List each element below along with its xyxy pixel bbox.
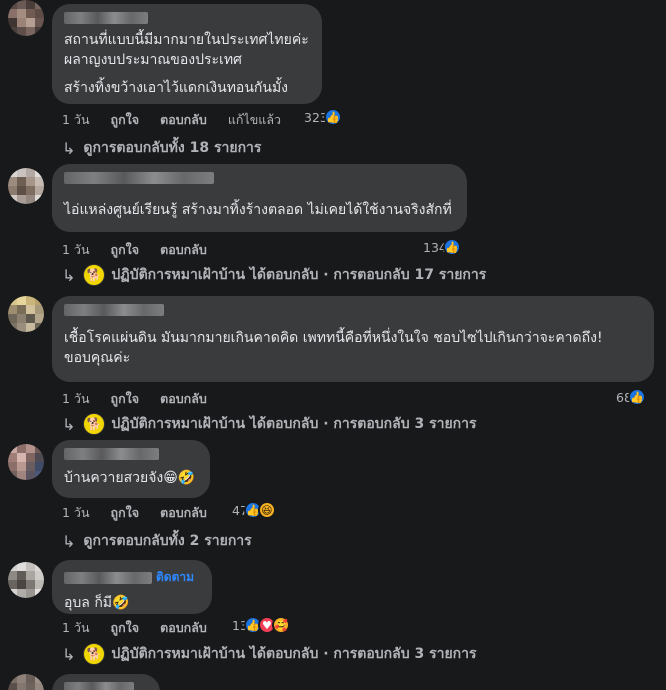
thumbs-up-icon: 👍 [627, 388, 646, 406]
reply-button[interactable]: ตอบกลับ [160, 618, 207, 638]
follow-button[interactable]: ติดตาม [156, 568, 194, 587]
like-button[interactable]: ถูกใจ [111, 240, 140, 260]
avatar[interactable] [8, 562, 44, 598]
view-replies-text: ปฏิบัติการหมาเฝ้าบ้าน ได้ตอบกลับ · การตอ… [111, 416, 477, 432]
comment-time[interactable]: 1 วัน [62, 618, 90, 638]
reaction-summary[interactable]: 13 👍 ♥ 🥰 [232, 616, 290, 634]
view-replies-link[interactable]: ↳ ดูการตอบกลับทั้ง 2 รายการ [62, 530, 252, 552]
reply-arrow-icon: ↳ [62, 265, 76, 285]
view-replies-text: ดูการตอบกลับทั้ง 2 รายการ [83, 533, 252, 549]
comment-actions: 1 วัน ถูกใจ ตอบกลับ [62, 503, 228, 523]
avatar[interactable] [8, 0, 44, 36]
laughing-face-icon: 😆 [257, 501, 276, 519]
commenter-name[interactable] [64, 682, 134, 690]
comment-bubble [52, 674, 160, 690]
comment-actions: 1 วัน ถูกใจ ตอบกลับ [62, 618, 228, 638]
avatar[interactable] [8, 168, 44, 204]
comment-text-line: เชื้อโรคแผ่นดิน มันมากมายเกินคาดคิด เพทท… [64, 330, 603, 346]
dog-page-avatar-icon: 🐕 [83, 413, 106, 435]
commenter-name[interactable] [64, 448, 159, 460]
comment-text-line: สร้างทิ้งขว้างเอาไว้แดกเงินทอนกันมั้ง [64, 80, 289, 96]
reaction-summary[interactable]: 68 👍 [616, 388, 646, 406]
edited-label[interactable]: แก้ไขแล้ว [228, 110, 281, 130]
comment-time[interactable]: 1 วัน [62, 503, 90, 523]
reaction-summary[interactable]: 47 👍 😆 [232, 501, 276, 519]
reply-button[interactable]: ตอบกลับ [160, 503, 207, 523]
view-replies-link[interactable]: ↳ 🐕 ปฏิบัติการหมาเฝ้าบ้าน ได้ตอบกลับ · ก… [62, 643, 477, 665]
comment-time[interactable]: 1 วัน [62, 240, 90, 260]
reaction-summary[interactable]: 134 👍 [423, 238, 461, 256]
care-face-icon: 🥰 [271, 616, 290, 634]
reply-button[interactable]: ตอบกลับ [160, 110, 207, 130]
commenter-name[interactable] [64, 172, 214, 184]
comment-text-line: ขอบคุณค่ะ [64, 350, 131, 366]
comment-bubble: สถานที่แบบนี้มีมากมายในประเทศไทยค่ะ ผลาญ… [52, 4, 322, 104]
reply-button[interactable]: ตอบกลับ [160, 240, 207, 260]
like-button[interactable]: ถูกใจ [111, 110, 140, 130]
avatar[interactable] [8, 444, 44, 480]
reply-button[interactable]: ตอบกลับ [160, 389, 207, 409]
comment-text-line: ผลาญงบประมาณของประเทศ [64, 52, 242, 68]
avatar[interactable] [8, 674, 44, 690]
view-replies-link[interactable]: ↳ ดูการตอบกลับทั้ง 18 รายการ [62, 137, 261, 159]
comment-bubble: บ้านควายสวยจัง😁🤣 [52, 440, 210, 498]
view-replies-text: ดูการตอบกลับทั้ง 18 รายการ [83, 140, 262, 156]
commenter-header: ติดตาม [64, 568, 200, 587]
comment-text-line: ไอ่แหล่งศูนย์เรียนรู้ สร้างมาทิ้งร้างตลอ… [64, 202, 452, 218]
view-replies-link[interactable]: ↳ 🐕 ปฏิบัติการหมาเฝ้าบ้าน ได้ตอบกลับ · ก… [62, 413, 477, 435]
view-replies-link[interactable]: ↳ 🐕 ปฏิบัติการหมาเฝ้าบ้าน ได้ตอบกลับ · ก… [62, 264, 486, 286]
reply-arrow-icon: ↳ [62, 531, 76, 551]
commenter-name[interactable] [64, 304, 164, 316]
avatar[interactable] [8, 296, 44, 332]
thumbs-up-icon: 👍 [323, 108, 342, 126]
commenter-name[interactable] [64, 571, 152, 584]
comment-actions: 1 วัน ถูกใจ ตอบกลับ [62, 240, 228, 260]
thumbs-up-icon: 👍 [442, 238, 461, 256]
like-button[interactable]: ถูกใจ [111, 503, 140, 523]
reply-arrow-icon: ↳ [62, 138, 76, 158]
comment-bubble: ติดตาม อุบล ก็มี🤣 [52, 560, 212, 614]
comment-text-line: สถานที่แบบนี้มีมากมายในประเทศไทยค่ะ [64, 32, 309, 48]
commenter-name[interactable] [64, 12, 148, 24]
reply-arrow-icon: ↳ [62, 644, 76, 664]
comment-text-line: อุบล ก็มี🤣 [64, 595, 130, 611]
view-replies-text: ปฏิบัติการหมาเฝ้าบ้าน ได้ตอบกลับ · การตอ… [111, 267, 487, 283]
comment-bubble: ไอ่แหล่งศูนย์เรียนรู้ สร้างมาทิ้งร้างตลอ… [52, 164, 467, 232]
reply-arrow-icon: ↳ [62, 414, 76, 434]
view-replies-text: ปฏิบัติการหมาเฝ้าบ้าน ได้ตอบกลับ · การตอ… [111, 646, 477, 662]
comment-actions: 1 วัน ถูกใจ ตอบกลับ [62, 389, 228, 409]
dog-page-avatar-icon: 🐕 [83, 264, 106, 286]
like-button[interactable]: ถูกใจ [111, 618, 140, 638]
comment-actions: 1 วัน ถูกใจ ตอบกลับ แก้ไขแล้ว [62, 110, 302, 130]
like-button[interactable]: ถูกใจ [111, 389, 140, 409]
comment-text-line: บ้านควายสวยจัง😁🤣 [64, 470, 196, 486]
dog-page-avatar-icon: 🐕 [83, 643, 106, 665]
comment-time[interactable]: 1 วัน [62, 389, 90, 409]
comment-time[interactable]: 1 วัน [62, 110, 90, 130]
comment-bubble: เชื้อโรคแผ่นดิน มันมากมายเกินคาดคิด เพทท… [52, 296, 654, 382]
reaction-summary[interactable]: 323 👍 [304, 108, 342, 126]
